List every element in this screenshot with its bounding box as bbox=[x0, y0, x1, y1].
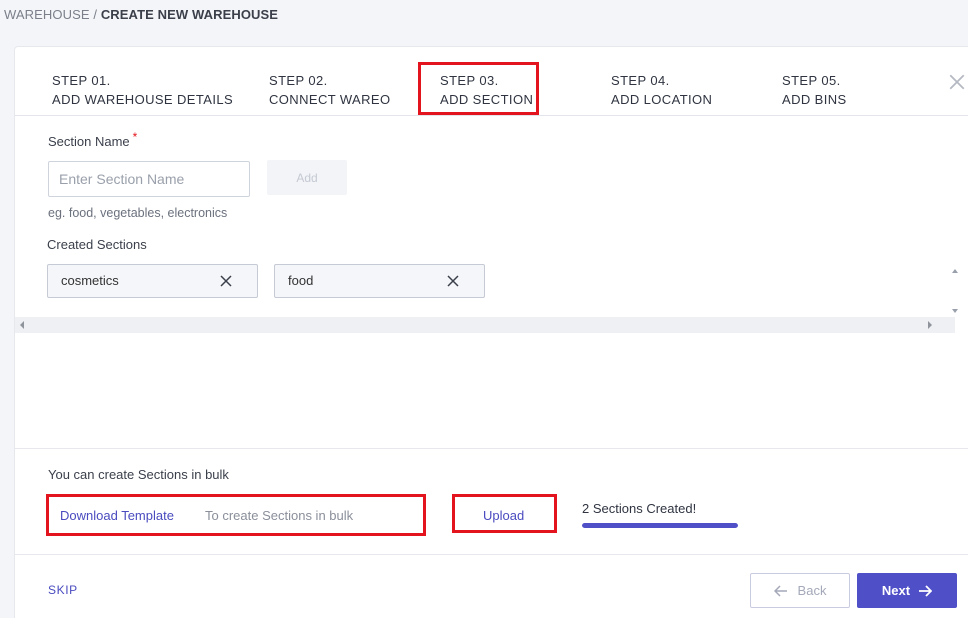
step-connect-wareo[interactable]: STEP 02. CONNECT WAREO bbox=[269, 71, 390, 109]
arrow-left-icon bbox=[773, 584, 787, 597]
step-add-bins[interactable]: STEP 05. ADD BINS bbox=[782, 71, 847, 109]
step-add-warehouse-details[interactable]: STEP 01. ADD WAREHOUSE DETAILS bbox=[52, 71, 233, 109]
breadcrumb-warehouse[interactable]: WAREHOUSE bbox=[4, 7, 90, 22]
upload-progress-bar bbox=[582, 523, 738, 528]
remove-chip-icon[interactable] bbox=[446, 274, 460, 288]
upload-button[interactable]: Upload bbox=[483, 508, 524, 523]
section-chip-cosmetics: cosmetics bbox=[47, 264, 258, 298]
download-template-link[interactable]: Download Template bbox=[60, 508, 174, 523]
upload-progress-fill bbox=[582, 523, 738, 528]
stepper: STEP 01. ADD WAREHOUSE DETAILS STEP 02. … bbox=[15, 47, 968, 116]
breadcrumb-current: CREATE NEW WAREHOUSE bbox=[100, 7, 279, 22]
section-chip-food: food bbox=[274, 264, 485, 298]
step-title: CONNECT WAREO bbox=[269, 92, 391, 107]
divider bbox=[15, 448, 968, 449]
vertical-scrollbar[interactable] bbox=[949, 265, 961, 317]
arrow-right-icon bbox=[919, 584, 933, 597]
step-add-location[interactable]: STEP 04. ADD LOCATION bbox=[611, 71, 712, 109]
step-number: STEP 01. bbox=[52, 73, 111, 88]
breadcrumb-separator: / bbox=[93, 7, 98, 22]
step-title: ADD LOCATION bbox=[611, 92, 713, 107]
next-button-label: Next bbox=[881, 583, 911, 598]
step-title: ADD BINS bbox=[782, 92, 847, 107]
footer-divider bbox=[15, 554, 968, 555]
close-icon[interactable] bbox=[948, 73, 966, 91]
chip-label: food bbox=[288, 273, 314, 288]
required-asterisk: * bbox=[132, 130, 138, 144]
skip-link[interactable]: SKIP bbox=[48, 583, 78, 597]
created-sections-label: Created Sections bbox=[47, 237, 147, 252]
remove-chip-icon[interactable] bbox=[219, 274, 233, 288]
back-button[interactable]: Back bbox=[750, 573, 850, 608]
step-title: ADD WAREHOUSE DETAILS bbox=[52, 92, 234, 107]
step-number: STEP 05. bbox=[782, 73, 841, 88]
sections-created-status: 2 Sections Created! bbox=[582, 501, 697, 516]
bulk-create-label: You can create Sections in bulk bbox=[48, 467, 229, 482]
wizard-card: STEP 01. ADD WAREHOUSE DETAILS STEP 02. … bbox=[14, 46, 968, 618]
scroll-right-icon[interactable] bbox=[927, 321, 933, 329]
scroll-left-icon[interactable] bbox=[19, 321, 25, 329]
section-name-input[interactable] bbox=[48, 161, 250, 197]
back-button-label: Back bbox=[797, 583, 827, 598]
step-number: STEP 02. bbox=[269, 73, 328, 88]
horizontal-scrollbar[interactable] bbox=[15, 317, 955, 333]
section-name-label: Section Name * bbox=[48, 130, 138, 149]
next-button[interactable]: Next bbox=[857, 573, 957, 608]
step-highlight-box bbox=[418, 62, 539, 115]
chip-label: cosmetics bbox=[61, 273, 119, 288]
section-name-hint: eg. food, vegetables, electronics bbox=[48, 206, 228, 220]
breadcrumb: WAREHOUSE / CREATE NEW WAREHOUSE bbox=[4, 7, 278, 22]
download-template-hint: To create Sections in bulk bbox=[205, 508, 354, 523]
add-section-button[interactable]: Add bbox=[267, 160, 347, 195]
step-number: STEP 04. bbox=[611, 73, 670, 88]
